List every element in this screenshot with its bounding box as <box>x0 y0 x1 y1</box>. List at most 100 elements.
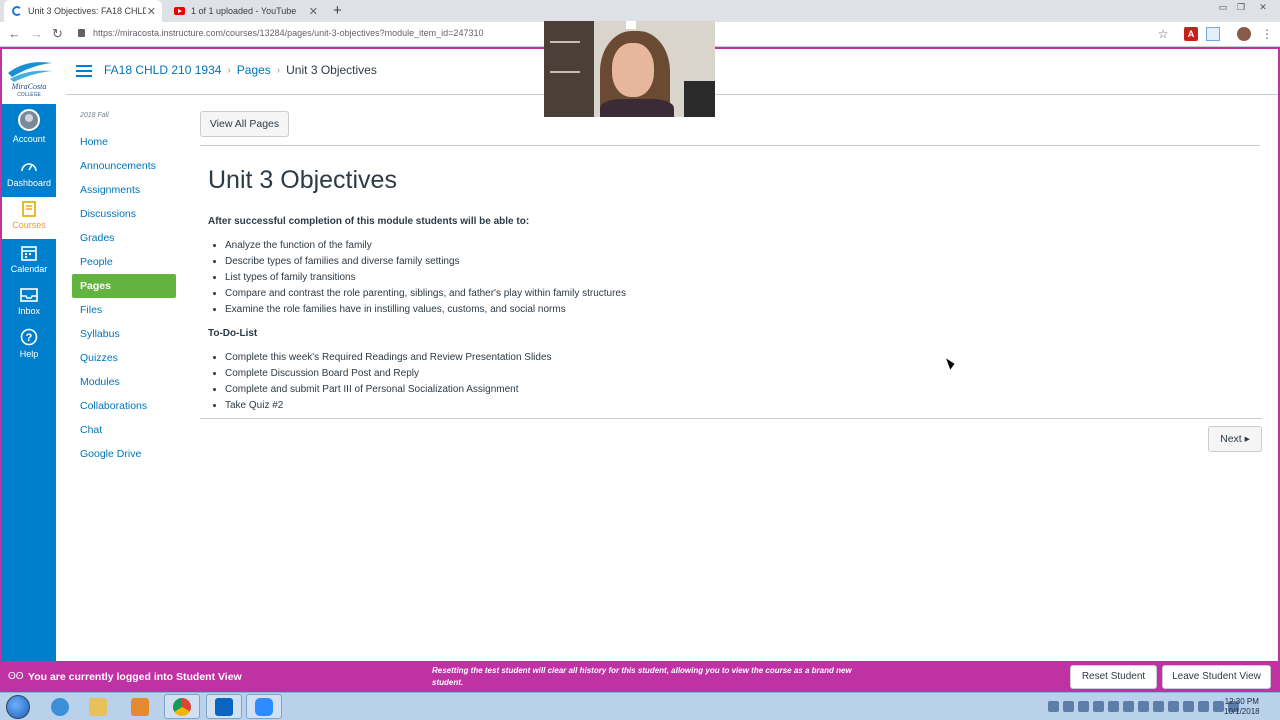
course-nav-home[interactable]: Home <box>72 130 176 154</box>
footer-divider <box>200 418 1262 419</box>
close-tab-icon[interactable]: ✕ <box>147 5 156 18</box>
breadcrumb-course-link[interactable]: FA18 CHLD 210 1934 <box>104 63 221 77</box>
tray-icon[interactable] <box>1183 701 1194 712</box>
list-item: Complete and submit Part III of Personal… <box>225 382 552 398</box>
chrome-menu-icon[interactable]: ⋮ <box>1260 27 1274 41</box>
global-nav-inbox[interactable]: Inbox <box>2 287 56 327</box>
content-divider <box>200 145 1260 146</box>
view-all-pages-button[interactable]: View All Pages <box>200 111 289 137</box>
minimize-icon[interactable]: ▭ <box>1216 2 1230 13</box>
tab-title: 1 of 1 uploaded - YouTube <box>191 6 297 16</box>
chrome-taskbar-icon[interactable] <box>164 694 200 719</box>
todo-heading: To-Do-List <box>208 328 258 339</box>
close-tab-icon[interactable]: ✕ <box>309 5 318 18</box>
reset-student-button[interactable]: Reset Student <box>1070 665 1157 689</box>
courses-icon <box>22 201 36 217</box>
course-nav-grades[interactable]: Grades <box>72 226 176 250</box>
course-nav-pages[interactable]: Pages <box>72 274 176 298</box>
tray-icon[interactable] <box>1048 701 1059 712</box>
tray-icon[interactable] <box>1168 701 1179 712</box>
miracosta-logo[interactable]: MiraCosta COLLEGE <box>2 49 56 104</box>
todo-list: Complete this week's Required Readings a… <box>225 350 552 414</box>
file-explorer-icon[interactable] <box>80 694 116 719</box>
term-label: 2018 Fall <box>80 112 109 119</box>
course-nav-files[interactable]: Files <box>72 298 176 322</box>
reload-icon[interactable]: ↻ <box>52 26 63 42</box>
list-item: Take Quiz #2 <box>225 398 552 414</box>
extension-icon[interactable] <box>1206 27 1220 41</box>
restore-icon[interactable]: ❐ <box>1234 2 1248 13</box>
breadcrumb-pages-link[interactable]: Pages <box>237 63 271 77</box>
loading-icon <box>12 6 22 16</box>
inbox-icon <box>20 288 38 302</box>
list-item: Analyze the function of the family <box>225 238 626 254</box>
clock-date: 10/1/2018 <box>1224 707 1260 716</box>
list-item: Examine the role families have in instil… <box>225 302 626 318</box>
global-nav-dashboard[interactable]: Dashboard <box>2 159 56 199</box>
tray-icon[interactable] <box>1123 701 1134 712</box>
course-nav-syllabus[interactable]: Syllabus <box>72 322 176 346</box>
lock-icon <box>78 29 85 37</box>
tab-youtube[interactable]: 1 of 1 uploaded - YouTube ✕ <box>166 0 324 22</box>
calendar-icon <box>21 246 37 261</box>
global-nav: MiraCosta COLLEGE Account Dashboard Cour… <box>2 49 56 661</box>
course-nav-chat[interactable]: Chat <box>72 418 176 442</box>
help-icon: ? <box>20 328 38 346</box>
course-nav-assignments[interactable]: Assignments <box>72 178 176 202</box>
tray-icon[interactable] <box>1213 701 1224 712</box>
global-nav-account[interactable]: Account <box>2 109 56 151</box>
course-menu-toggle-icon[interactable] <box>76 65 92 77</box>
internet-explorer-icon[interactable] <box>42 694 78 719</box>
media-player-icon[interactable] <box>122 694 158 719</box>
glasses-icon: ʘʘ <box>8 671 24 682</box>
student-view-label: You are currently logged into Student Vi… <box>28 671 242 683</box>
browser-tab-strip: Unit 3 Objectives: FA18 CHLD 21 ✕ 1 of 1… <box>0 0 1280 22</box>
url-field[interactable]: https://miracosta.instructure.com/course… <box>78 28 483 38</box>
nav-label: Help <box>19 349 39 359</box>
course-nav: Home Announcements Assignments Discussio… <box>72 130 176 466</box>
global-nav-help[interactable]: ? Help <box>2 328 56 368</box>
tray-icon[interactable] <box>1198 701 1209 712</box>
svg-text:COLLEGE: COLLEGE <box>17 92 41 98</box>
youtube-icon <box>174 7 185 15</box>
next-button[interactable]: Next ▸ <box>1208 426 1262 452</box>
course-nav-quizzes[interactable]: Quizzes <box>72 346 176 370</box>
page-title: Unit 3 Objectives <box>208 166 397 194</box>
tray-icon[interactable] <box>1153 701 1164 712</box>
student-view-bar: ʘʘ You are currently logged into Student… <box>0 661 1280 692</box>
zoom-icon[interactable] <box>246 694 282 719</box>
leave-student-view-button[interactable]: Leave Student View <box>1162 665 1271 689</box>
tray-icon[interactable] <box>1078 701 1089 712</box>
global-nav-calendar[interactable]: Calendar <box>2 245 56 285</box>
course-nav-google-drive[interactable]: Google Drive <box>72 442 176 466</box>
windows-start-icon[interactable] <box>6 695 30 719</box>
forward-icon[interactable]: → <box>30 26 43 41</box>
acrobat-extension-icon[interactable]: A <box>1184 27 1198 41</box>
tray-icon[interactable] <box>1108 701 1119 712</box>
list-item: List types of family transitions <box>225 270 626 286</box>
url-text: https://miracosta.instructure.com/course… <box>93 28 484 38</box>
close-window-icon[interactable]: ✕ <box>1256 2 1270 13</box>
chevron-right-icon: › <box>227 64 231 76</box>
account-avatar-icon <box>18 109 40 131</box>
tray-icon[interactable] <box>1138 701 1149 712</box>
course-nav-people[interactable]: People <box>72 250 176 274</box>
global-nav-courses[interactable]: Courses <box>2 197 56 239</box>
list-item: Compare and contrast the role parenting,… <box>225 286 626 302</box>
course-nav-collaborations[interactable]: Collaborations <box>72 394 176 418</box>
course-nav-announcements[interactable]: Announcements <box>72 154 176 178</box>
system-tray <box>1048 701 1239 712</box>
outlook-icon[interactable] <box>206 694 242 719</box>
list-item: Complete Discussion Board Post and Reply <box>225 366 552 382</box>
nav-label: Dashboard <box>6 178 52 188</box>
bookmark-star-icon[interactable]: ☆ <box>1156 27 1170 41</box>
tray-icon[interactable] <box>1093 701 1104 712</box>
system-clock[interactable]: 12:30 PM 10/1/2018 <box>1224 697 1260 717</box>
tab-canvas[interactable]: Unit 3 Objectives: FA18 CHLD 21 ✕ <box>4 0 162 22</box>
tray-icon[interactable] <box>1063 701 1074 712</box>
back-icon[interactable]: ← <box>8 26 21 41</box>
course-nav-discussions[interactable]: Discussions <box>72 202 176 226</box>
profile-avatar-icon[interactable] <box>1237 27 1251 41</box>
new-tab-icon[interactable]: + <box>333 2 342 19</box>
course-nav-modules[interactable]: Modules <box>72 370 176 394</box>
